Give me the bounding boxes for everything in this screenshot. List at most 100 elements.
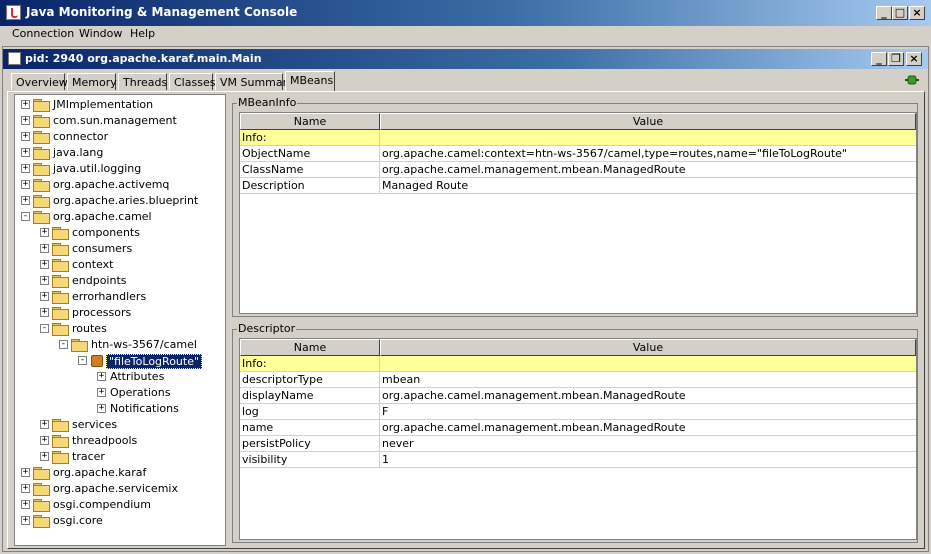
expand-icon[interactable]: + bbox=[97, 372, 106, 381]
table-row[interactable]: log F bbox=[240, 404, 916, 420]
expand-icon[interactable]: + bbox=[21, 180, 30, 189]
column-header-value[interactable]: Value bbox=[380, 113, 916, 130]
frame-restore-button[interactable]: ❐ bbox=[888, 52, 904, 66]
expand-icon[interactable]: + bbox=[40, 452, 49, 461]
mbean-tree[interactable]: + JMImplementation + com.sun.management + con… bbox=[14, 94, 226, 546]
column-header-name[interactable]: Name bbox=[240, 113, 380, 130]
maximize-button[interactable]: □ bbox=[892, 6, 908, 20]
table-row[interactable]: name org.apache.camel.management.mbean.Ma… bbox=[240, 420, 916, 436]
collapse-icon[interactable]: - bbox=[21, 212, 30, 221]
mbeaninfo-table[interactable]: Name Value Info: ObjectName org.apache.camel… bbox=[239, 112, 917, 314]
expand-icon[interactable]: + bbox=[40, 244, 49, 253]
collapse-icon[interactable]: - bbox=[40, 324, 49, 333]
tree-node[interactable]: + java.util.logging bbox=[15, 161, 225, 177]
tree-node-label: java.lang bbox=[53, 146, 104, 159]
folder-icon bbox=[33, 467, 50, 480]
descriptor-table[interactable]: Name Value Info: descriptorType mbean display… bbox=[239, 338, 917, 540]
expand-icon[interactable]: + bbox=[21, 132, 30, 141]
tree-node[interactable]: + consumers bbox=[15, 241, 225, 257]
expand-icon[interactable]: + bbox=[21, 196, 30, 205]
tree-node[interactable]: + java.lang bbox=[15, 145, 225, 161]
tab-mbeans[interactable]: MBeans bbox=[285, 71, 335, 91]
tree-node-label: Notifications bbox=[110, 402, 179, 415]
info-row[interactable]: Info: bbox=[240, 130, 916, 146]
tree-node[interactable]: + processors bbox=[15, 305, 225, 321]
tree-node[interactable]: - htn-ws-3567/camel bbox=[15, 337, 225, 353]
close-button[interactable]: × bbox=[909, 6, 925, 20]
table-row[interactable]: descriptorType mbean bbox=[240, 372, 916, 388]
tree-node[interactable]: + components bbox=[15, 225, 225, 241]
tab-memory[interactable]: Memory bbox=[67, 73, 117, 90]
tree-node[interactable]: + org.apache.servicemix bbox=[15, 481, 225, 497]
table-row[interactable]: ObjectName org.apache.camel:context=htn-w… bbox=[240, 146, 916, 162]
tab-threads[interactable]: Threads bbox=[118, 73, 167, 90]
collapse-icon[interactable]: - bbox=[78, 356, 87, 365]
plug-connected-icon[interactable] bbox=[905, 74, 919, 86]
tree-node[interactable]: + JMImplementation bbox=[15, 97, 225, 113]
minimize-button[interactable]: _ bbox=[876, 6, 892, 20]
tree-node[interactable]: + Notifications bbox=[15, 401, 225, 417]
table-row[interactable]: displayName org.apache.camel.management.m… bbox=[240, 388, 916, 404]
expand-icon[interactable]: + bbox=[21, 484, 30, 493]
expand-icon[interactable]: + bbox=[40, 228, 49, 237]
menu-window[interactable]: Window bbox=[79, 27, 122, 40]
tab-vm-summary[interactable]: VM Summary bbox=[215, 73, 294, 90]
expand-icon[interactable]: + bbox=[40, 420, 49, 429]
tree-node[interactable]: + com.sun.management bbox=[15, 113, 225, 129]
cell-value: org.apache.camel.management.mbean.Manage… bbox=[382, 163, 686, 176]
folder-icon bbox=[52, 419, 69, 432]
expand-icon[interactable]: + bbox=[21, 148, 30, 157]
tree-node[interactable]: + Attributes bbox=[15, 369, 225, 385]
tree-node[interactable]: + org.apache.karaf bbox=[15, 465, 225, 481]
info-row[interactable]: Info: bbox=[240, 356, 916, 372]
column-header-name[interactable]: Name bbox=[240, 339, 380, 356]
expand-icon[interactable]: + bbox=[21, 164, 30, 173]
tree-node[interactable]: - org.apache.camel bbox=[15, 209, 225, 225]
tree-node[interactable]: + context bbox=[15, 257, 225, 273]
expand-icon[interactable]: + bbox=[21, 500, 30, 509]
expand-icon[interactable]: + bbox=[40, 436, 49, 445]
tree-node[interactable]: - "fileToLogRoute" bbox=[15, 353, 225, 369]
tree-node[interactable]: - routes bbox=[15, 321, 225, 337]
descriptor-group: Descriptor Name Value Info: descriptorType m… bbox=[232, 322, 918, 543]
frame-titlebar[interactable]: pid: 2940 org.apache.karaf.main.Main _ ❐… bbox=[3, 49, 928, 69]
tree-node[interactable]: + Operations bbox=[15, 385, 225, 401]
window-titlebar[interactable]: Java Monitoring & Management Console _ □… bbox=[0, 0, 931, 26]
menu-connection[interactable]: Connection bbox=[12, 27, 74, 40]
tree-node-label: threadpools bbox=[72, 434, 138, 447]
expand-icon[interactable]: + bbox=[40, 292, 49, 301]
tree-node[interactable]: + tracer bbox=[15, 449, 225, 465]
expand-icon[interactable]: + bbox=[40, 276, 49, 285]
expand-icon[interactable]: + bbox=[21, 100, 30, 109]
folder-icon bbox=[52, 259, 69, 272]
table-row[interactable]: visibility 1 bbox=[240, 452, 916, 468]
expand-icon[interactable]: + bbox=[21, 516, 30, 525]
frame-minimize-button[interactable]: _ bbox=[871, 52, 887, 66]
table-row[interactable]: Description Managed Route bbox=[240, 178, 916, 194]
tree-node[interactable]: + osgi.compendium bbox=[15, 497, 225, 513]
tree-node[interactable]: + endpoints bbox=[15, 273, 225, 289]
menu-help[interactable]: Help bbox=[130, 27, 155, 40]
expand-icon[interactable]: + bbox=[97, 388, 106, 397]
expand-icon[interactable]: + bbox=[97, 404, 106, 413]
folder-icon bbox=[33, 131, 50, 144]
tree-node[interactable]: + threadpools bbox=[15, 433, 225, 449]
tree-node[interactable]: + org.apache.activemq bbox=[15, 177, 225, 193]
expand-icon[interactable]: + bbox=[40, 260, 49, 269]
tab-overview[interactable]: Overview bbox=[11, 73, 68, 90]
tree-node[interactable]: + org.apache.aries.blueprint bbox=[15, 193, 225, 209]
tree-node-label: org.apache.servicemix bbox=[53, 482, 178, 495]
table-row[interactable]: ClassName org.apache.camel.management.mbe… bbox=[240, 162, 916, 178]
tree-node[interactable]: + services bbox=[15, 417, 225, 433]
expand-icon[interactable]: + bbox=[40, 308, 49, 317]
expand-icon[interactable]: + bbox=[21, 468, 30, 477]
tree-node[interactable]: + osgi.core bbox=[15, 513, 225, 529]
collapse-icon[interactable]: - bbox=[59, 340, 68, 349]
frame-close-button[interactable]: × bbox=[906, 52, 922, 66]
column-header-value[interactable]: Value bbox=[380, 339, 916, 356]
tab-classes[interactable]: Classes bbox=[169, 73, 215, 90]
tree-node[interactable]: + errorhandlers bbox=[15, 289, 225, 305]
tree-node[interactable]: + connector bbox=[15, 129, 225, 145]
expand-icon[interactable]: + bbox=[21, 116, 30, 125]
table-row[interactable]: persistPolicy never bbox=[240, 436, 916, 452]
